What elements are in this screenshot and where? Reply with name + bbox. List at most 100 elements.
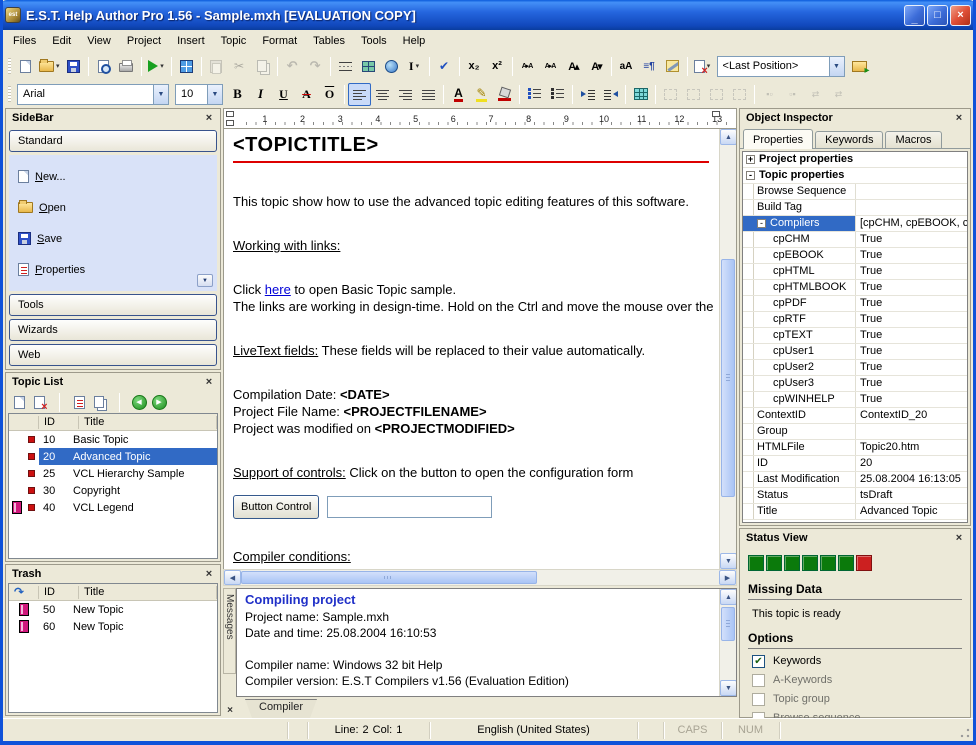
- fill-color-button[interactable]: [493, 83, 516, 106]
- bold-button[interactable]: B: [226, 83, 249, 106]
- minimize-button[interactable]: _: [904, 5, 925, 26]
- align-left-button[interactable]: [348, 83, 371, 106]
- scroll-down-icon[interactable]: ▼: [720, 553, 737, 569]
- menu-item[interactable]: Insert: [169, 30, 213, 52]
- expand-box-icon[interactable]: -: [746, 171, 755, 180]
- scroll-up-icon[interactable]: ▲: [720, 589, 737, 605]
- change-case-button[interactable]: aA: [615, 55, 638, 78]
- increase-indent-button[interactable]: [576, 83, 599, 106]
- paragraph-marks-button[interactable]: ≡¶: [638, 55, 661, 78]
- menu-item[interactable]: Format: [254, 30, 305, 52]
- project-modified-field[interactable]: <PROJECTMODIFIED>: [375, 421, 515, 436]
- property-value[interactable]: 20: [855, 456, 967, 471]
- property-row[interactable]: HTMLFile Topic20.htm: [743, 440, 967, 456]
- margin-marker[interactable]: [226, 120, 234, 126]
- property-value[interactable]: [855, 184, 967, 199]
- editor-content[interactable]: <TOPICTITLE> This topic show how to use …: [224, 129, 719, 569]
- copy-button[interactable]: [251, 55, 274, 78]
- button-control[interactable]: Button Control: [233, 495, 319, 519]
- property-value[interactable]: True: [855, 376, 967, 391]
- sidebar-more-button[interactable]: ▼: [197, 274, 213, 287]
- cell-grid-button[interactable]: [357, 55, 380, 78]
- table-row[interactable]: 25 VCL Hierarchy Sample: [9, 465, 217, 482]
- close-icon[interactable]: ×: [202, 111, 216, 125]
- column-id[interactable]: ID: [39, 416, 79, 429]
- sidebar-item-open[interactable]: Open: [9, 192, 217, 223]
- previous-topic-button[interactable]: ◀: [129, 392, 149, 412]
- sidebar-item-new[interactable]: New...: [9, 161, 217, 192]
- superscript-button[interactable]: x²: [486, 55, 509, 78]
- property-value[interactable]: True: [855, 232, 967, 247]
- property-value[interactable]: Advanced Topic: [855, 504, 967, 519]
- property-row[interactable]: Browse Sequence: [743, 184, 967, 200]
- delete-topic-button[interactable]: [29, 392, 49, 412]
- option-row[interactable]: A-Keywords: [752, 673, 962, 687]
- compile-run-button[interactable]: ▾: [145, 55, 168, 78]
- checkbox[interactable]: [752, 693, 765, 706]
- checkbox[interactable]: ✔: [752, 655, 765, 668]
- column-title[interactable]: Title: [79, 586, 217, 599]
- property-row[interactable]: cpTEXT True: [743, 328, 967, 344]
- property-row[interactable]: cpUser3 True: [743, 376, 967, 392]
- property-value[interactable]: True: [855, 296, 967, 311]
- structure-button-1[interactable]: ▪▫: [758, 83, 781, 106]
- scrollbar-thumb[interactable]: [241, 571, 537, 584]
- underline-button[interactable]: U: [272, 83, 295, 106]
- toolbar-grip[interactable]: [8, 86, 11, 102]
- topic-properties-button[interactable]: [69, 392, 89, 412]
- restore-icon[interactable]: ↷: [9, 586, 39, 599]
- editor-vertical-scrollbar[interactable]: ▲ ▼: [719, 129, 736, 569]
- grow-font-button[interactable]: A▴: [562, 55, 585, 78]
- embedded-text-input[interactable]: [327, 496, 492, 518]
- page-break-button[interactable]: [334, 55, 357, 78]
- highlight-button[interactable]: ✎: [470, 83, 493, 106]
- property-row[interactable]: Last Modification 25.08.2004 16:13:05: [743, 472, 967, 488]
- frame-button-2[interactable]: [682, 83, 705, 106]
- property-value[interactable]: True: [855, 264, 967, 279]
- redo-button[interactable]: ↷: [304, 55, 327, 78]
- new-button[interactable]: [14, 55, 37, 78]
- new-topic-button[interactable]: [9, 392, 29, 412]
- spellcheck-button[interactable]: ✔: [433, 55, 456, 78]
- close-icon[interactable]: ×: [202, 375, 216, 389]
- property-value[interactable]: True: [855, 392, 967, 407]
- table-row[interactable]: 60 New Topic: [9, 618, 217, 635]
- maximize-button[interactable]: □: [927, 5, 948, 26]
- cut-button[interactable]: ✂: [228, 55, 251, 78]
- table-row[interactable]: 50 New Topic: [9, 601, 217, 618]
- strikethrough-button[interactable]: A: [295, 83, 318, 106]
- undo-button[interactable]: ↶: [281, 55, 304, 78]
- here-link[interactable]: here: [265, 282, 291, 297]
- scroll-right-icon[interactable]: ▶: [719, 570, 736, 585]
- inspector-tab[interactable]: Properties: [743, 129, 813, 149]
- sidebar-item-save[interactable]: Save: [9, 223, 217, 254]
- structure-button-4[interactable]: ⇄: [827, 83, 850, 106]
- menu-item[interactable]: Tools: [353, 30, 395, 52]
- subscript-button[interactable]: x₂: [463, 55, 486, 78]
- property-value[interactable]: True: [855, 280, 967, 295]
- sidebar-group-tools[interactable]: Tools: [9, 294, 217, 316]
- close-icon[interactable]: ×: [224, 704, 236, 716]
- overline-button[interactable]: O: [318, 83, 341, 106]
- property-value[interactable]: tsDraft: [855, 488, 967, 503]
- chevron-down-icon[interactable]: ▼: [207, 85, 222, 104]
- property-row[interactable]: cpPDF True: [743, 296, 967, 312]
- menu-item[interactable]: Edit: [44, 30, 79, 52]
- align-justify-button[interactable]: [417, 83, 440, 106]
- shrink-font-button[interactable]: A▾: [585, 55, 608, 78]
- property-row[interactable]: - Topic properties: [743, 168, 967, 184]
- margin-marker[interactable]: [226, 111, 234, 117]
- paste-button[interactable]: [205, 55, 228, 78]
- inspector-tab[interactable]: Keywords: [815, 131, 883, 148]
- save-button[interactable]: [62, 55, 85, 78]
- insert-table-button[interactable]: [629, 83, 652, 106]
- last-position-combo[interactable]: <Last Position> ▼: [717, 56, 845, 77]
- sidebar-group-standard[interactable]: Standard: [9, 130, 217, 152]
- property-row[interactable]: cpEBOOK True: [743, 248, 967, 264]
- delete-topic-page-button[interactable]: ▾: [691, 55, 714, 78]
- align-right-button[interactable]: [394, 83, 417, 106]
- copy-topic-button[interactable]: [89, 392, 109, 412]
- numbered-list-button[interactable]: [546, 83, 569, 106]
- scroll-up-icon[interactable]: ▲: [720, 129, 737, 145]
- font-color-button[interactable]: A: [447, 83, 470, 106]
